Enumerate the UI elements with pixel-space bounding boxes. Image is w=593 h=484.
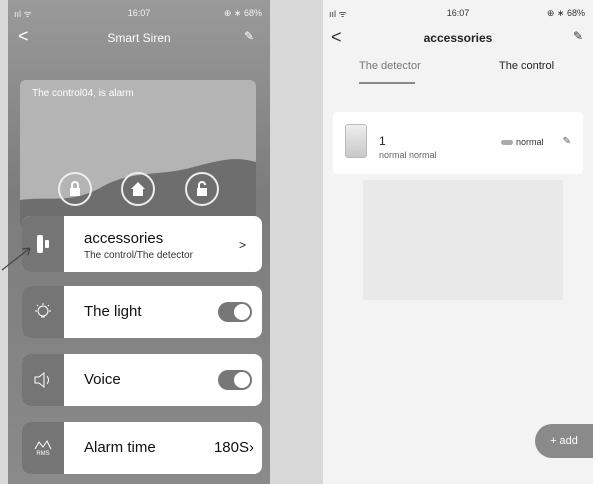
- battery-level-icon: [501, 140, 513, 146]
- alarm-time-value: 180S›: [213, 439, 254, 456]
- alarm-time-label: Alarm time: [84, 439, 156, 456]
- page-title: Smart Siren: [107, 31, 171, 45]
- list-item[interactable]: 1 normal normal normal ✎: [333, 112, 583, 174]
- disarm-unlock-button[interactable]: [185, 172, 219, 206]
- accessories-row[interactable]: accessories The control/The detector >: [22, 216, 262, 272]
- status-bar: ııl ᯤ 16:07 ⊕ ∗ 68%: [323, 0, 593, 24]
- alarm-time-icon-caption: RMS: [36, 451, 50, 457]
- pointer-arrow-icon: [1, 247, 31, 271]
- light-row: The light: [22, 286, 262, 338]
- background-dialog-ghost: [363, 180, 563, 300]
- light-toggle[interactable]: [218, 302, 252, 322]
- active-tab-indicator: [359, 82, 415, 84]
- battery-indicator: ⊕ ∗ 68%: [546, 8, 585, 18]
- alarm-clock-icon: RMS: [22, 422, 64, 474]
- detector-device-icon: [345, 124, 367, 158]
- device-status-text: normal: [516, 137, 544, 147]
- voice-row: Voice: [22, 354, 262, 406]
- edit-icon[interactable]: ✎: [563, 136, 571, 147]
- home-mode-button[interactable]: [121, 172, 155, 206]
- status-bar: ııl ᯤ 16:07 ⊕ ∗ 68%: [8, 0, 270, 24]
- voice-label: Voice: [84, 371, 121, 388]
- lock-icon: [70, 181, 80, 196]
- accessories-screen: ııl ᯤ 16:07 ⊕ ∗ 68% < accessories ✎ The …: [323, 0, 593, 484]
- add-button[interactable]: + add: [535, 424, 593, 458]
- tab-detector[interactable]: The detector: [359, 60, 421, 72]
- light-label: The light: [84, 303, 142, 320]
- device-name: 1: [379, 134, 386, 148]
- home-icon: [131, 182, 145, 196]
- light-bulb-icon: [22, 286, 64, 338]
- status-badge: normal: [501, 137, 544, 147]
- smart-siren-screen: ııl ᯤ 16:07 ⊕ ∗ 68% < Smart Siren ✎ The …: [8, 0, 270, 484]
- speaker-icon: [22, 354, 64, 406]
- accessories-label: accessories: [84, 230, 164, 247]
- edit-icon[interactable]: ✎: [244, 29, 260, 43]
- tab-control[interactable]: The control: [499, 60, 554, 72]
- battery-indicator: ⊕ ∗ 68%: [223, 8, 262, 18]
- unlock-icon: [197, 181, 207, 196]
- arm-lock-button[interactable]: [58, 172, 92, 206]
- device-subtitle: normal normal: [379, 150, 437, 160]
- chevron-right-icon: >: [238, 238, 246, 252]
- alarm-time-row[interactable]: RMS Alarm time 180S›: [22, 422, 262, 474]
- page-title: accessories: [423, 31, 493, 45]
- accessories-subtitle: The control/The detector: [84, 250, 193, 261]
- edit-icon[interactable]: ✎: [573, 29, 583, 43]
- voice-toggle[interactable]: [218, 370, 252, 390]
- alarm-message: The control04, is alarm: [32, 88, 134, 99]
